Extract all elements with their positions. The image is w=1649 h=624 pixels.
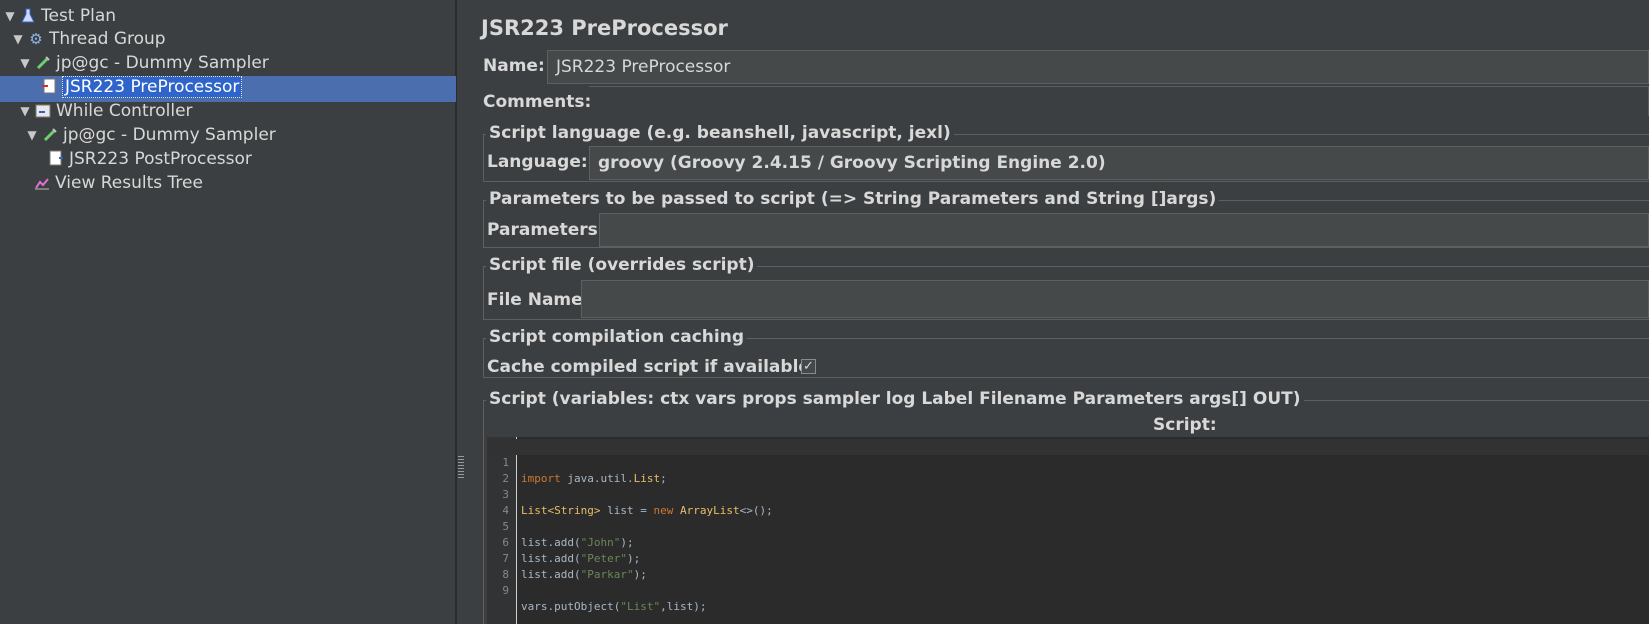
tree-item-label: jp@gc - Dummy Sampler (56, 52, 269, 73)
tree-item-label: Test Plan (41, 5, 117, 26)
expand-arrow-icon[interactable]: ▼ (18, 104, 32, 118)
expand-arrow-icon[interactable]: ▼ (18, 56, 32, 70)
parameters-label: Parameters: (487, 220, 605, 240)
flask-icon (19, 7, 37, 25)
preprocessor-icon (40, 78, 58, 96)
file-name-field[interactable] (581, 280, 1649, 318)
parameters-heading: Parameters to be passed to script (=> St… (486, 189, 1220, 209)
tree-item-label: View Results Tree (55, 172, 203, 193)
code-line: 5 list.add("John"); (502, 520, 634, 549)
language-label: Language: (487, 152, 588, 172)
postprocessor-icon (47, 150, 65, 168)
script-heading: Script (variables: ctx vars props sample… (486, 389, 1304, 409)
code-line: 3 List<String> list = new ArrayList<>(); (502, 488, 773, 517)
script-label: Script: (1153, 415, 1217, 435)
tree-item-dummy-sampler-2[interactable]: ▼ jp@gc - Dummy Sampler (25, 122, 276, 147)
pipette-icon (41, 126, 59, 144)
code-line: 9 vars.putObject("List",list); (502, 584, 707, 613)
tree-item-view-results-tree[interactable]: View Results Tree (31, 170, 203, 195)
tree-item-thread-group[interactable]: ▼ ⚙ Thread Group (11, 26, 166, 51)
tree-item-label: While Controller (56, 100, 193, 121)
tree-item-jsr223-postprocessor[interactable]: JSR223 PostProcessor (45, 146, 252, 171)
tree-item-label: JSR223 PostProcessor (69, 148, 252, 169)
page-title: JSR223 PreProcessor (481, 16, 728, 40)
caching-heading: Script compilation caching (486, 327, 747, 347)
tree-item-label: jp@gc - Dummy Sampler (63, 124, 276, 145)
splitter-grip-icon[interactable] (458, 456, 464, 478)
script-language-heading: Script language (e.g. beanshell, javascr… (486, 123, 954, 143)
code-line: 1 import java.util.List; (487, 439, 1649, 485)
panel-splitter[interactable] (456, 0, 464, 624)
name-label: Name: (483, 56, 545, 76)
tree-item-jsr223-preprocessor[interactable]: JSR223 PreProcessor (38, 74, 243, 99)
code-line: 7 list.add("Parkar"); (502, 552, 647, 581)
parameters-field[interactable] (599, 213, 1649, 247)
tree-item-test-plan[interactable]: ▼ Test Plan (3, 3, 116, 28)
code-line: 6 list.add("Peter"); (502, 536, 641, 565)
script-editor[interactable]: 1 import java.util.List; 2 3 List<String… (487, 437, 1649, 624)
code-line: 8 (502, 568, 509, 581)
expand-arrow-icon[interactable]: ▼ (3, 9, 17, 23)
cache-label: Cache compiled script if available: (487, 357, 817, 377)
tree-item-dummy-sampler[interactable]: ▼ jp@gc - Dummy Sampler (18, 50, 269, 75)
chart-icon (33, 174, 51, 192)
code-line: 4 (502, 504, 509, 517)
file-name-label: File Name: (487, 290, 590, 310)
tree-item-while-controller[interactable]: ▼ While Controller (18, 98, 193, 123)
code-line: 2 (502, 472, 509, 485)
test-plan-tree[interactable]: ▼ Test Plan ▼ ⚙ Thread Group ▼ jp@gc - D… (0, 0, 456, 624)
expand-arrow-icon[interactable]: ▼ (11, 32, 25, 46)
name-field[interactable]: JSR223 PreProcessor (547, 50, 1649, 84)
gear-icon: ⚙ (29, 29, 43, 48)
comments-label: Comments: (483, 92, 592, 112)
cache-checkbox[interactable]: ✓ (801, 359, 816, 374)
expand-arrow-icon[interactable]: ▼ (25, 128, 39, 142)
script-file-heading: Script file (overrides script) (486, 255, 758, 275)
pipette-icon (34, 54, 52, 72)
controller-icon (34, 102, 52, 120)
tree-item-label: JSR223 PreProcessor (62, 75, 243, 98)
tree-item-label: Thread Group (49, 28, 166, 49)
comments-field[interactable] (589, 86, 1649, 116)
language-select[interactable]: groovy (Groovy 2.4.15 / Groovy Scripting… (589, 146, 1649, 180)
